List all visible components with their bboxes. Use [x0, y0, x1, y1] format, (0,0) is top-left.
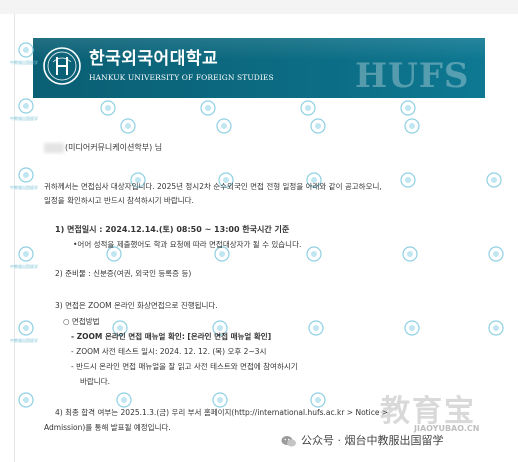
university-banner: 한국외국어대학교 HANKUK UNIVERSITY OF FOREIGN ST…: [33, 38, 485, 98]
watermark-icon: [212, 392, 228, 408]
watermark-label: 中教服出国留学: [10, 60, 38, 65]
watermark-icon: [18, 392, 34, 408]
watermark-icon: [18, 320, 34, 336]
window-top-bar: [0, 0, 518, 14]
left-border-line: [14, 14, 15, 462]
watermark-icon: [216, 118, 232, 134]
interview-date-note: •어어 성적을 제출했어도 학과 요청에 따라 면접대상자가 될 수 있습니다.: [73, 240, 302, 249]
watermark-icon: [400, 100, 416, 116]
watermark-label: 中教服出国留学: [10, 264, 38, 269]
watermark-icon: [18, 167, 34, 183]
wechat-icon: [281, 435, 296, 447]
watermark-icon: [400, 172, 416, 188]
university-name-english: HANKUK UNIVERSITY OF FOREIGN STUDIES: [89, 73, 274, 82]
interview-format: 3) 면접은 ZOOM 온라인 화상면접으로 진행됩니다.: [55, 301, 218, 310]
watermark-icon: [18, 98, 34, 114]
watermark-icon: [120, 118, 136, 134]
watermark-icon: [404, 320, 420, 336]
watermark-icon: [488, 320, 504, 336]
watermark-icon: [300, 100, 316, 116]
watermark-icon: [306, 246, 322, 262]
watermark-icon: [486, 172, 502, 188]
intro-line-1: 귀하께서는 면접심사 대상자입니다. 2025년 정시2차 순수외국인 면접 전…: [44, 182, 382, 191]
wechat-account-caption: 公众号 · 烟台中教服出国留学: [281, 432, 444, 448]
result-announcement-line-1: 4) 최종 합격 여부는 2025.1.3.(금) 우리 부서 홈페이지(htt…: [55, 408, 389, 417]
result-announcement-line-2: Admission)를 통해 발표될 예정입니다.: [44, 423, 171, 432]
zoom-test-schedule: - ZOOM 사전 테스트 일시: 2024. 12. 12. (목) 오후 2…: [71, 347, 267, 356]
zoom-manual-link[interactable]: - ZOOM 온라인 면접 매뉴얼 확인: [온라인 면접 매뉴얼 확인]: [71, 331, 271, 342]
watermark-icon: [310, 118, 326, 134]
greeting-text: (미디어커뮤니케이션학부) 님: [65, 143, 163, 152]
manual-instruction-line-1: - 반드시 온라인 면접 매뉴얼을 잘 읽고 사전 테스트와 면접에 참여하시기: [71, 362, 298, 371]
watermark-icon: [116, 392, 132, 408]
banner-hufs-watermark: HUFS: [355, 56, 470, 96]
watermark-icon: [18, 42, 34, 58]
redacted-name: [44, 142, 64, 153]
watermark-icon: [308, 320, 324, 336]
watermark-icon: [200, 100, 216, 116]
university-name-korean: 한국외국어대학교: [89, 49, 219, 69]
watermark-label: 中教服出国留学: [10, 338, 38, 343]
watermark-icon: [402, 246, 418, 262]
watermark-label: 中教服出国留学: [10, 185, 38, 190]
interview-date-heading: 1) 면접일시 : 2024.12.14.(토) 08:50 ~ 13:00 한…: [55, 225, 290, 234]
watermark-icon: [100, 100, 116, 116]
watermark-icon: [488, 246, 504, 262]
recipient-line: (미디어커뮤니케이션학부) 님: [44, 142, 162, 153]
wechat-account-text: 公众号 · 烟台中教服出国留学: [301, 434, 444, 447]
manual-instruction-line-2: 바랍니다.: [80, 377, 110, 386]
required-items: 2) 준비물 : 신분증(여권, 외국인 등록증 등): [55, 269, 192, 278]
hufs-seal-icon: [43, 47, 81, 85]
watermark-icon: [310, 392, 326, 408]
watermark-icon: [404, 118, 420, 134]
watermark-icon: [18, 246, 34, 262]
intro-line-2: 일정을 확인하시고 반드시 참석하시기 바랍니다.: [44, 196, 194, 205]
interview-method-heading: ○ 면접방법: [63, 317, 100, 326]
watermark-label: 中教服出国留学: [10, 116, 38, 121]
